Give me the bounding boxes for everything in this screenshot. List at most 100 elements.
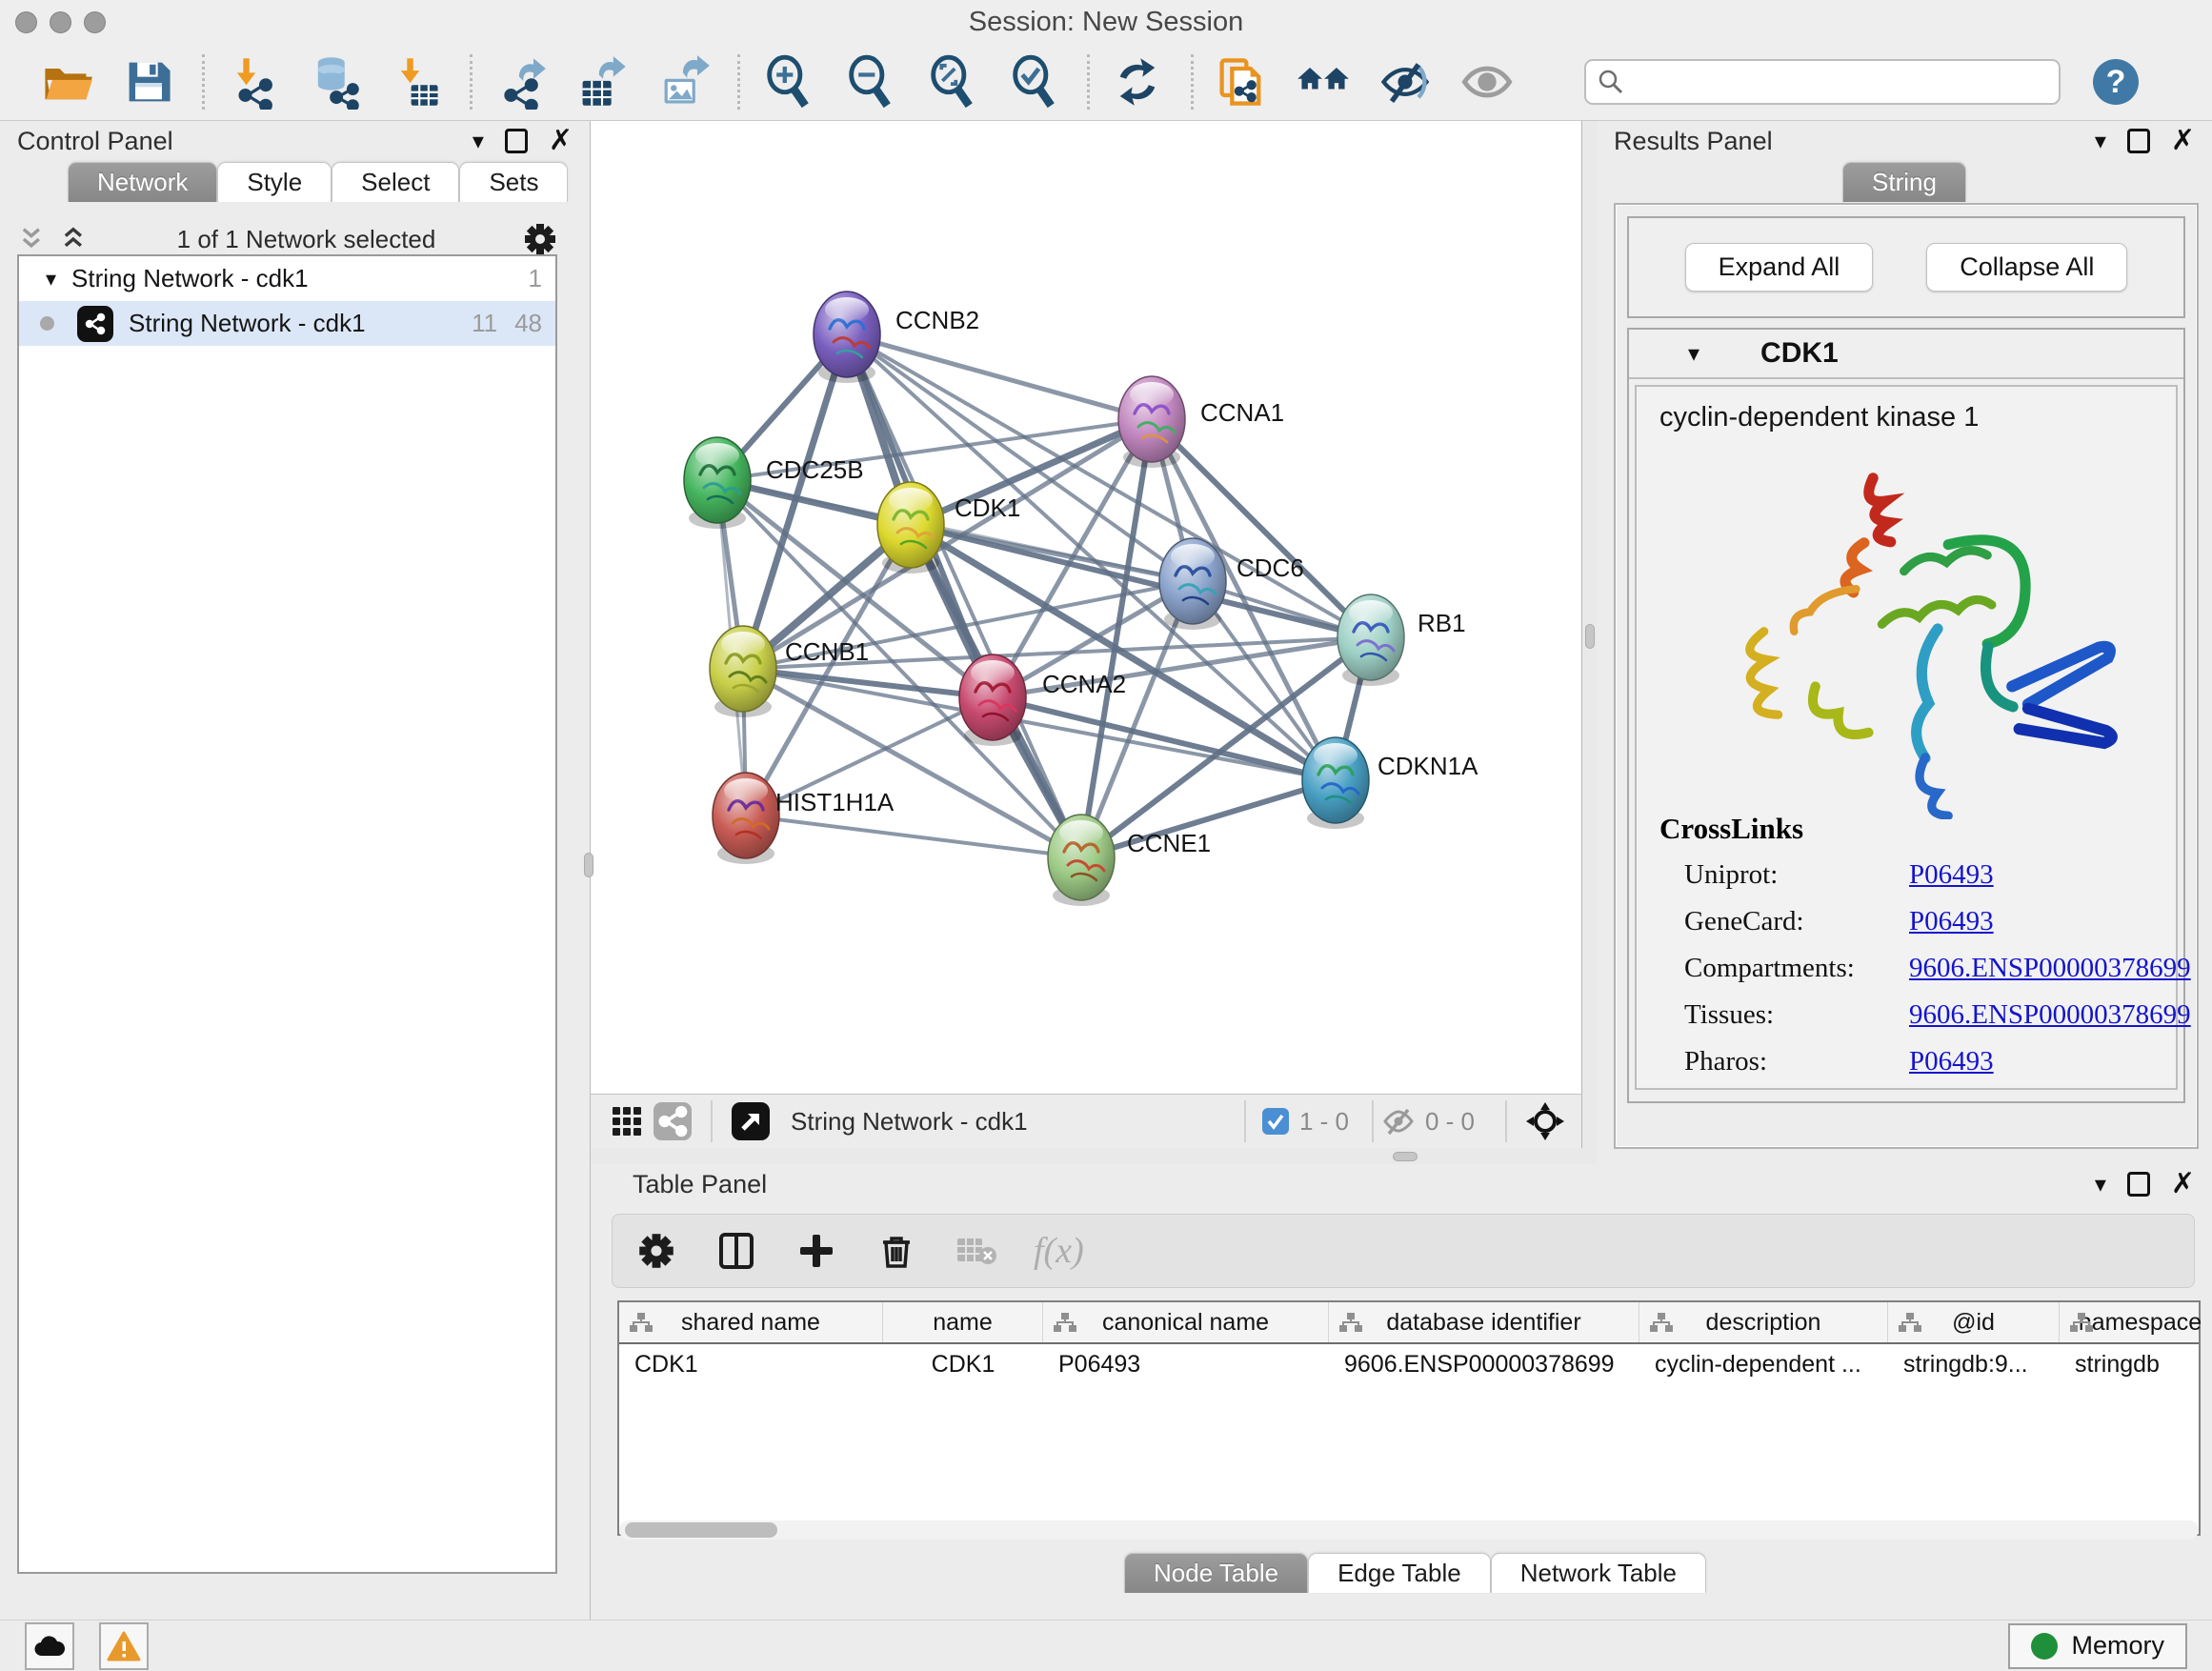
network-node[interactable]: RB1 bbox=[1337, 594, 1466, 686]
tab-sets[interactable]: Sets bbox=[459, 162, 568, 202]
delete-column-trash-icon[interactable] bbox=[874, 1228, 919, 1274]
scrollbar-thumb[interactable] bbox=[625, 1522, 777, 1538]
crosslink-link[interactable]: P06493 bbox=[1909, 859, 1994, 891]
left-splitter-handle[interactable] bbox=[584, 853, 593, 877]
zoom-fit-icon[interactable] bbox=[923, 52, 980, 111]
crosslink-label: Tissues: bbox=[1659, 999, 1909, 1031]
table-cell[interactable]: 9606.ENSP00000378699 bbox=[1329, 1344, 1639, 1386]
import-network-database-icon[interactable] bbox=[306, 52, 363, 111]
birdseye-view-icon[interactable] bbox=[728, 1098, 774, 1144]
node-table: shared namenamecanonical name database id… bbox=[617, 1300, 2201, 1536]
export-table-icon[interactable] bbox=[573, 52, 631, 111]
network-node[interactable]: CCNE1 bbox=[1048, 815, 1211, 906]
bottom-splitter-handle[interactable] bbox=[1393, 1152, 1418, 1161]
close-panel-icon[interactable]: ✗ bbox=[2171, 1170, 2195, 1198]
save-session-icon[interactable] bbox=[120, 52, 177, 111]
network-share-view-icon[interactable] bbox=[650, 1098, 695, 1144]
shared-column-icon bbox=[629, 1311, 654, 1334]
crosslink-link[interactable]: P06493 bbox=[1909, 1046, 1994, 1077]
fit-selected-crosshair-icon[interactable] bbox=[1522, 1098, 1568, 1144]
show-view-icon[interactable] bbox=[1458, 52, 1516, 111]
refresh-icon[interactable] bbox=[1109, 52, 1166, 111]
column-header[interactable]: canonical name bbox=[1043, 1302, 1329, 1342]
network-node[interactable]: CDKN1A bbox=[1302, 737, 1478, 829]
collapse-all-button[interactable]: Collapse All bbox=[1926, 243, 2127, 292]
column-header[interactable]: database identifier bbox=[1329, 1302, 1639, 1342]
table-cell[interactable]: stringdb bbox=[2060, 1344, 2212, 1386]
table-cell[interactable]: CDK1 bbox=[619, 1344, 883, 1386]
network-canvas[interactable]: CCNB2CCNA1CDC25BCDK1CDC6RB1CCNB1CCNA2CDK… bbox=[591, 121, 1582, 1094]
float-panel-icon[interactable] bbox=[2127, 129, 2150, 153]
tab-network[interactable]: Network bbox=[68, 162, 217, 202]
right-splitter-handle[interactable] bbox=[1585, 624, 1595, 649]
table-horizontal-scrollbar[interactable] bbox=[619, 1520, 2199, 1540]
table-cell[interactable]: stringdb:9... bbox=[1888, 1344, 2060, 1386]
selected-checkbox-icon[interactable] bbox=[1261, 1107, 1290, 1136]
table-cell[interactable]: P06493 bbox=[1043, 1344, 1329, 1386]
column-header[interactable]: @id bbox=[1888, 1302, 2060, 1342]
column-header[interactable]: shared name bbox=[619, 1302, 883, 1342]
column-header[interactable]: namespace bbox=[2060, 1302, 2212, 1342]
tab-string[interactable]: String bbox=[1842, 162, 1966, 202]
crosslink-link[interactable]: P06493 bbox=[1909, 906, 1994, 937]
network-row[interactable]: String Network - cdk1 11 48 bbox=[19, 301, 555, 346]
float-panel-icon[interactable] bbox=[505, 129, 528, 153]
tab-style[interactable]: Style bbox=[217, 162, 332, 202]
crosslink-link[interactable]: 9606.ENSP00000378699 bbox=[1909, 953, 2191, 984]
tab-node-table[interactable]: Node Table bbox=[1124, 1553, 1308, 1593]
tab-select[interactable]: Select bbox=[332, 162, 459, 202]
function-builder-icon[interactable]: f(x) bbox=[1034, 1230, 1084, 1272]
table-cell[interactable]: cyclin-dependent ... bbox=[1639, 1344, 1888, 1386]
help-icon[interactable]: ? bbox=[2093, 59, 2139, 105]
zoom-selected-icon[interactable] bbox=[1005, 52, 1062, 111]
table-settings-gear-icon[interactable] bbox=[633, 1228, 679, 1274]
collection-expand-icon[interactable]: ▾ bbox=[46, 267, 56, 292]
hidden-eye-icon[interactable] bbox=[1381, 1107, 1416, 1136]
table-cell[interactable]: CDK1 bbox=[883, 1344, 1043, 1386]
close-panel-icon[interactable]: ✗ bbox=[2171, 127, 2195, 155]
title-bar: Session: New Session bbox=[0, 0, 2212, 44]
network-node[interactable]: CDC25B bbox=[684, 437, 864, 529]
float-panel-icon[interactable] bbox=[2127, 1172, 2150, 1197]
column-header[interactable]: description bbox=[1639, 1302, 1888, 1342]
open-session-icon[interactable] bbox=[38, 52, 95, 111]
delete-table-icon[interactable] bbox=[954, 1228, 999, 1274]
memory-button[interactable]: Memory bbox=[2008, 1623, 2187, 1669]
collapse-all-icon[interactable] bbox=[59, 226, 90, 252]
export-image-icon[interactable] bbox=[655, 52, 713, 111]
panel-menu-icon[interactable]: ▾ bbox=[2095, 128, 2106, 155]
tab-edge-table[interactable]: Edge Table bbox=[1308, 1553, 1491, 1593]
section-collapse-icon[interactable]: ▾ bbox=[1688, 340, 1699, 368]
network-options-gear-icon[interactable] bbox=[523, 222, 557, 256]
shared-column-icon bbox=[1338, 1311, 1363, 1334]
tab-network-table[interactable]: Network Table bbox=[1491, 1553, 1706, 1593]
export-network-icon[interactable] bbox=[492, 52, 549, 111]
network-collection-row[interactable]: ▾ String Network - cdk1 1 bbox=[19, 256, 555, 301]
table-row[interactable]: CDK1CDK1P064939606.ENSP00000378699cyclin… bbox=[619, 1344, 2199, 1386]
grid-view-icon[interactable] bbox=[604, 1098, 650, 1144]
network-node[interactable]: CCNA1 bbox=[1118, 376, 1284, 468]
crosslink-link[interactable]: 9606.ENSP00000378699 bbox=[1909, 999, 2191, 1031]
search-input[interactable] bbox=[1634, 68, 2047, 97]
show-columns-icon[interactable] bbox=[714, 1228, 759, 1274]
expand-all-button[interactable]: Expand All bbox=[1685, 243, 1874, 292]
column-label: database identifier bbox=[1386, 1309, 1580, 1337]
import-table-file-icon[interactable] bbox=[388, 52, 445, 111]
cloud-status-button[interactable] bbox=[25, 1622, 74, 1670]
copy-view-icon[interactable] bbox=[1213, 52, 1270, 111]
column-header[interactable]: name bbox=[883, 1302, 1043, 1342]
zoom-in-icon[interactable] bbox=[759, 52, 816, 111]
toolbar-separator bbox=[1244, 1100, 1246, 1142]
import-network-file-icon[interactable] bbox=[224, 52, 281, 111]
zoom-out-icon[interactable] bbox=[841, 52, 898, 111]
hide-view-icon[interactable] bbox=[1377, 52, 1434, 111]
panel-menu-icon[interactable]: ▾ bbox=[473, 128, 484, 155]
show-all-views-icon[interactable] bbox=[1295, 52, 1352, 111]
create-column-icon[interactable] bbox=[794, 1228, 839, 1274]
expand-all-icon[interactable] bbox=[17, 226, 48, 252]
warnings-button[interactable] bbox=[99, 1622, 149, 1670]
close-panel-icon[interactable]: ✗ bbox=[549, 127, 573, 155]
panel-menu-icon[interactable]: ▾ bbox=[2095, 1171, 2106, 1198]
node-label: CDK1 bbox=[955, 493, 1020, 522]
table-panel-title: Table Panel bbox=[633, 1170, 767, 1199]
